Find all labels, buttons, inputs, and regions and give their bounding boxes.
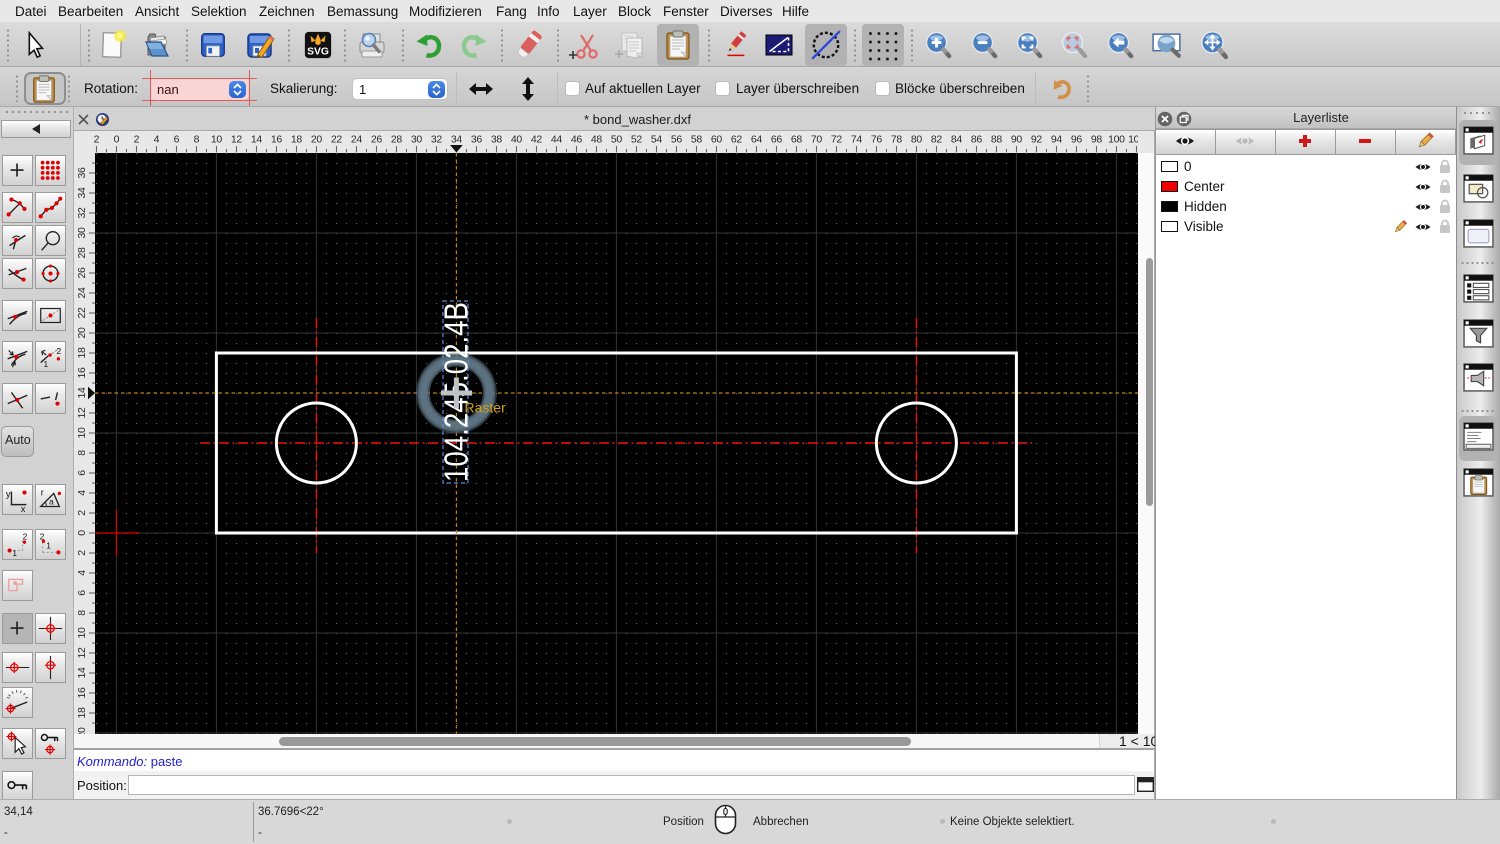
svg-text:82: 82: [931, 134, 943, 146]
svg-text:10: 10: [76, 627, 88, 639]
svg-text:20: 20: [311, 134, 323, 146]
svg-text:2: 2: [134, 134, 140, 146]
svg-text:30: 30: [411, 134, 423, 146]
svg-text:SVG: SVG: [307, 46, 329, 57]
svg-text:4: 4: [154, 134, 160, 146]
svg-text:x: x: [21, 504, 26, 513]
svg-text:24: 24: [351, 134, 363, 146]
svg-text:12: 12: [76, 407, 88, 419]
svg-text:14: 14: [76, 387, 88, 399]
svg-text:58: 58: [691, 134, 703, 146]
svg-text:14: 14: [251, 134, 263, 146]
svg-text:40: 40: [511, 134, 523, 146]
svg-text:50: 50: [611, 134, 623, 146]
svg-text:74: 74: [851, 134, 863, 146]
svg-text:2: 2: [76, 550, 88, 556]
svg-text:100: 100: [1108, 134, 1125, 146]
svg-text:22: 22: [76, 307, 88, 319]
svg-text:62: 62: [731, 134, 743, 146]
svg-text:y: y: [6, 489, 11, 499]
svg-text:0: 0: [76, 530, 88, 536]
svg-text:54: 54: [651, 134, 663, 146]
svg-text:92: 92: [1031, 134, 1043, 146]
svg-text:30: 30: [76, 227, 88, 239]
svg-text:96: 96: [1071, 134, 1083, 146]
svg-text:68: 68: [791, 134, 803, 146]
svg-text:78: 78: [891, 134, 903, 146]
svg-text:88: 88: [991, 134, 1003, 146]
svg-text:12: 12: [231, 134, 243, 146]
svg-text:10: 10: [211, 134, 223, 146]
svg-text:36: 36: [471, 134, 483, 146]
svg-text:44: 44: [551, 134, 563, 146]
svg-text:22: 22: [331, 134, 343, 146]
svg-text:1: 1: [46, 541, 51, 551]
svg-text:34: 34: [451, 134, 463, 146]
svg-text:26: 26: [76, 267, 88, 279]
svg-text:80: 80: [911, 134, 923, 146]
svg-text:16: 16: [76, 367, 88, 379]
svg-text:86: 86: [971, 134, 983, 146]
svg-text:42: 42: [531, 134, 543, 146]
svg-text:60: 60: [711, 134, 723, 146]
svg-text:14: 14: [76, 667, 88, 679]
svg-text:70: 70: [811, 134, 823, 146]
svg-text:32: 32: [431, 134, 443, 146]
svg-text:2: 2: [57, 346, 62, 356]
svg-text:66: 66: [771, 134, 783, 146]
svg-text:28: 28: [391, 134, 403, 146]
svg-text:36: 36: [76, 167, 88, 179]
svg-text:84: 84: [951, 134, 963, 146]
svg-text:8: 8: [76, 450, 88, 456]
svg-text:18: 18: [291, 134, 303, 146]
svg-text:1: 1: [44, 359, 49, 369]
svg-text:76: 76: [871, 134, 883, 146]
svg-text:8: 8: [76, 610, 88, 616]
svg-text:48: 48: [591, 134, 603, 146]
svg-text:18: 18: [76, 707, 88, 719]
svg-text:6: 6: [76, 590, 88, 596]
svg-text:64: 64: [751, 134, 763, 146]
svg-text:1: 1: [12, 548, 17, 558]
svg-text:98: 98: [1091, 134, 1103, 146]
svg-text:20: 20: [76, 727, 88, 734]
svg-text:26: 26: [371, 134, 383, 146]
svg-text:38: 38: [491, 134, 503, 146]
svg-text:52: 52: [631, 134, 643, 146]
svg-text:2: 2: [23, 531, 28, 541]
svg-text:20: 20: [76, 327, 88, 339]
svg-text:72: 72: [831, 134, 843, 146]
svg-text:a: a: [49, 497, 54, 507]
svg-text:4: 4: [76, 490, 88, 496]
svg-text:32: 32: [76, 207, 88, 219]
svg-text:90: 90: [1011, 134, 1023, 146]
svg-text:16: 16: [271, 134, 283, 146]
svg-text:46: 46: [571, 134, 583, 146]
svg-text:16: 16: [76, 687, 88, 699]
svg-text:0: 0: [114, 134, 120, 146]
svg-text:56: 56: [671, 134, 683, 146]
svg-text:18: 18: [76, 347, 88, 359]
svg-text:10: 10: [76, 427, 88, 439]
svg-text:2: 2: [76, 510, 88, 516]
svg-text:Raster: Raster: [465, 400, 507, 416]
svg-text:12: 12: [76, 647, 88, 659]
svg-text:8: 8: [194, 134, 200, 146]
svg-text:2: 2: [94, 134, 100, 146]
svg-text:r: r: [41, 487, 44, 497]
svg-text:24: 24: [76, 287, 88, 299]
svg-text:34: 34: [76, 187, 88, 199]
svg-text:94: 94: [1051, 134, 1063, 146]
svg-text:6: 6: [174, 134, 180, 146]
svg-text:28: 28: [76, 247, 88, 259]
svg-text:4: 4: [76, 570, 88, 576]
svg-text:6: 6: [76, 470, 88, 476]
